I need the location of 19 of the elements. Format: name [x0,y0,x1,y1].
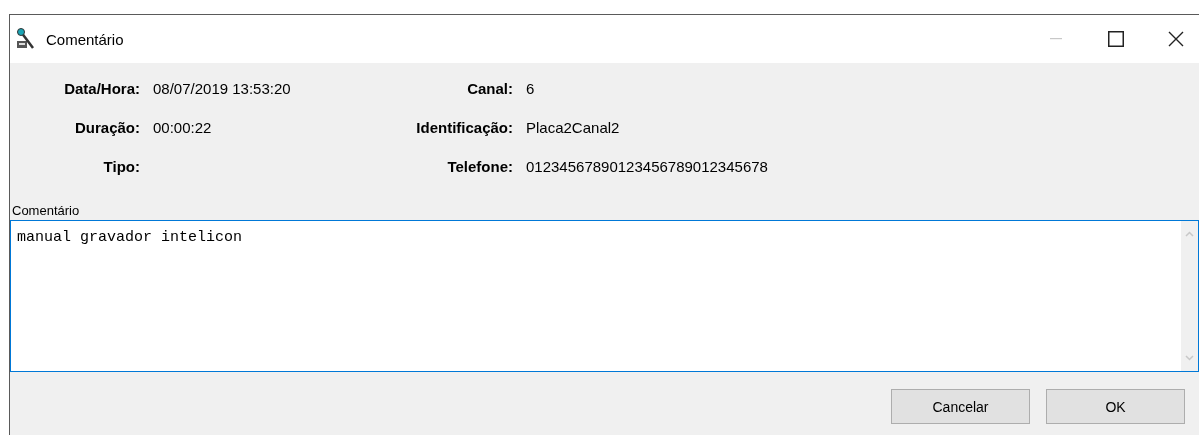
field-label: Identificação: [416,119,513,136]
window-title: Comentário [46,30,125,48]
dialog-button[interactable]: OK [1046,389,1185,424]
minimize-icon [1050,38,1062,40]
dialog-button[interactable]: Cancelar [891,389,1030,424]
field-value: 08/07/2019 13:53:20 [153,80,291,97]
close-icon [1168,31,1184,47]
scrollbar[interactable] [1181,221,1198,371]
field-value: 01234567890123456789012345678 [526,158,768,175]
field-label: Tipo: [103,158,140,175]
field-value: 00:00:22 [153,119,212,136]
field-label: Canal: [467,80,513,97]
field-label: Duração: [74,119,140,136]
field-label: Telefone: [447,158,513,175]
field-value: 6 [526,80,535,97]
field-label: Data/Hora: [64,80,140,97]
comment-label: Comentário [12,203,80,218]
maximize-icon [1108,31,1124,47]
field-value: Placa2Canal2 [526,119,620,136]
